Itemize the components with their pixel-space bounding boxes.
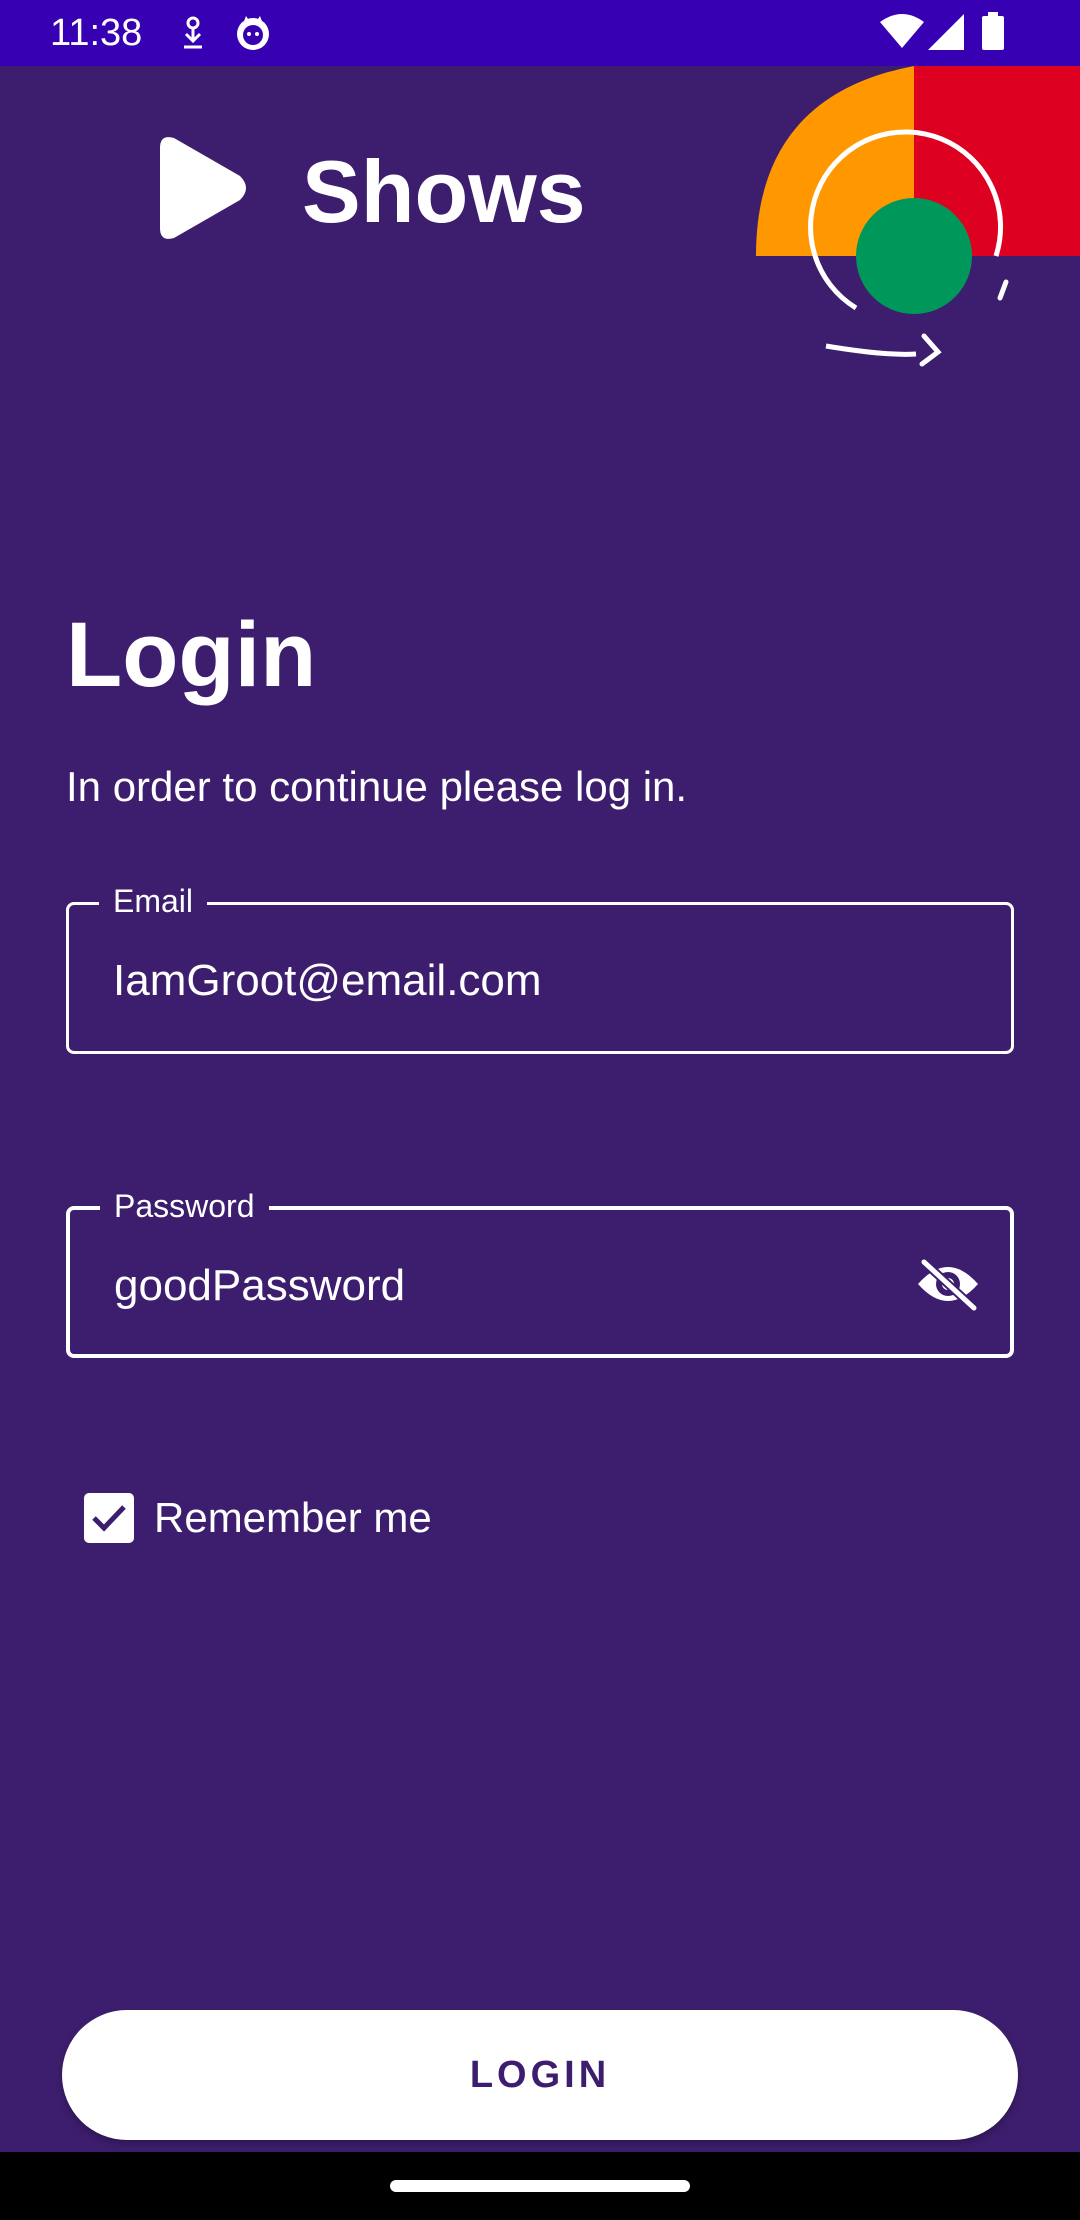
checkmark-icon <box>92 1505 126 1532</box>
battery-icon <box>982 12 1004 55</box>
remember-me-checkbox[interactable] <box>84 1493 134 1543</box>
status-time: 11:38 <box>50 12 143 54</box>
play-logo-icon <box>152 134 252 242</box>
login-subtitle: In order to continue please log in. <box>66 763 688 810</box>
password-label: Password <box>100 1186 269 1226</box>
download-icon <box>178 16 208 57</box>
decorative-shapes <box>756 66 1080 376</box>
login-heading: Login <box>66 604 317 706</box>
login-button[interactable]: LOGIN <box>62 2010 1018 2140</box>
remember-me-row[interactable]: Remember me <box>84 1490 432 1546</box>
email-label: Email <box>99 881 208 921</box>
cellular-signal-icon <box>928 14 964 55</box>
remember-me-label: Remember me <box>154 1494 432 1541</box>
password-field[interactable]: Password <box>66 1186 1014 1358</box>
password-input[interactable] <box>114 1260 894 1312</box>
visibility-off-icon[interactable] <box>916 1256 980 1312</box>
login-screen: 11:38 Shows Login In order to continue p… <box>0 0 1080 2220</box>
app-title: Shows <box>302 142 586 241</box>
login-button-label: LOGIN <box>469 2053 611 2096</box>
wifi-icon <box>880 14 924 55</box>
cat-notification-icon <box>234 14 272 57</box>
navigation-bar <box>0 2152 1080 2220</box>
email-input[interactable] <box>113 955 893 1007</box>
email-field[interactable]: Email <box>66 881 1014 1054</box>
status-bar: 11:38 <box>0 0 1080 66</box>
home-gesture-handle[interactable] <box>390 2180 690 2192</box>
